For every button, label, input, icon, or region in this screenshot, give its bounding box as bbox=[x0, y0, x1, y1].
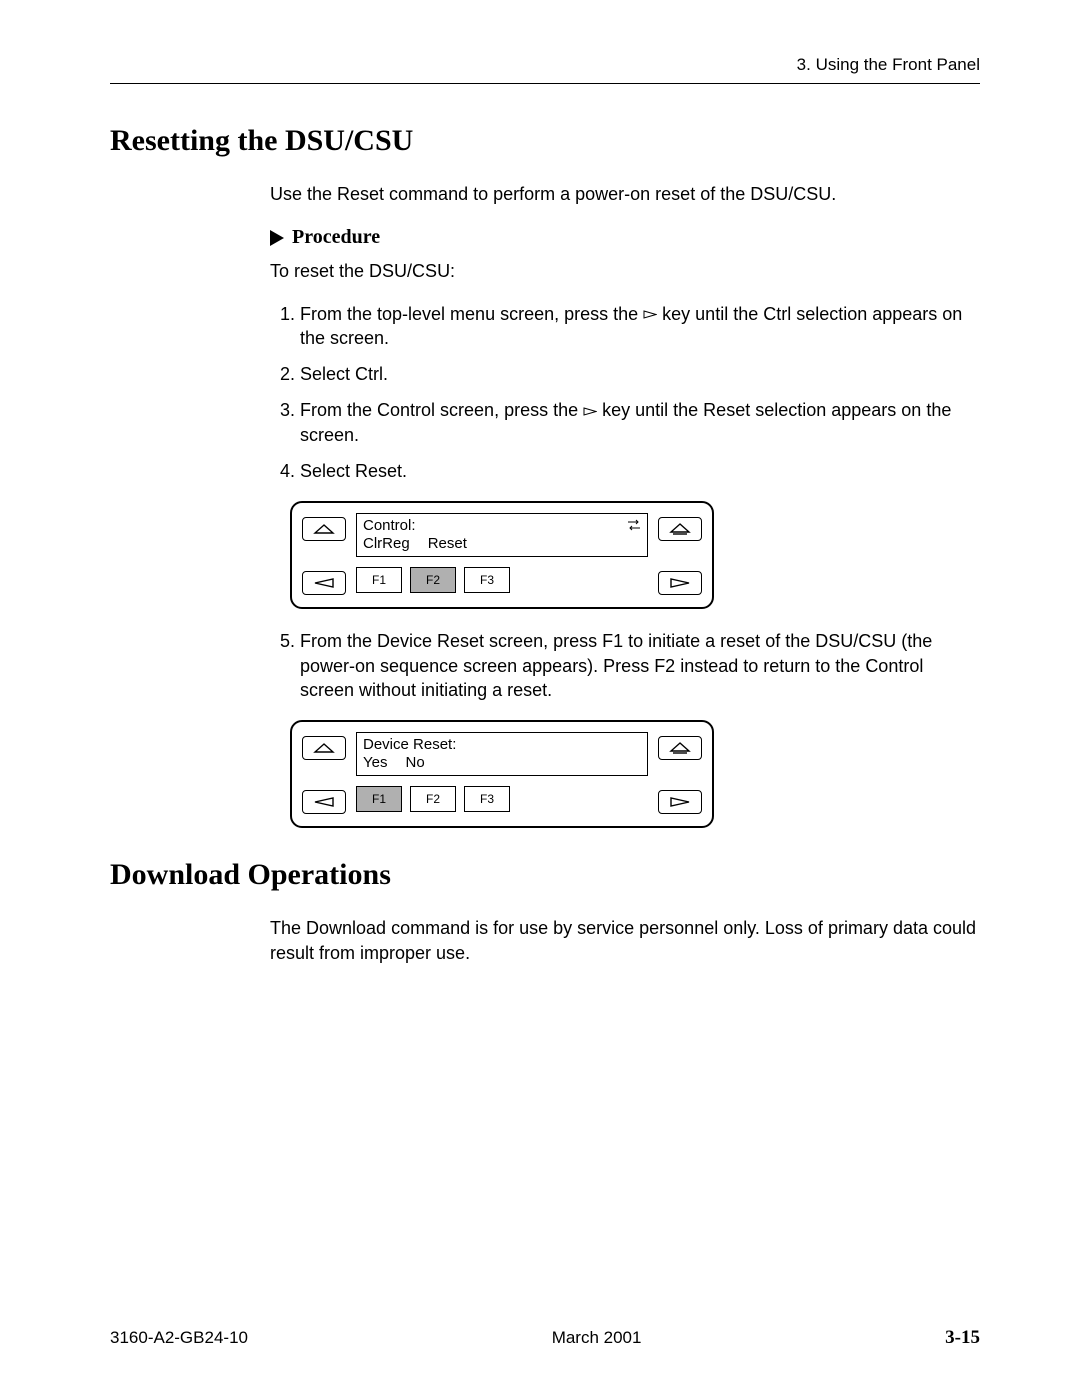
f3-key[interactable]: F3 bbox=[464, 786, 510, 812]
scroll-arrows-icon bbox=[627, 518, 641, 537]
f1-key[interactable]: F1 bbox=[356, 567, 402, 593]
right-button[interactable] bbox=[658, 790, 702, 814]
steps-list: From the top-level menu screen, press th… bbox=[270, 302, 980, 484]
panel-bottom-row: F1 F2 F3 bbox=[302, 567, 702, 595]
procedure-head: Procedure bbox=[270, 226, 980, 249]
left-button[interactable] bbox=[302, 571, 346, 595]
f3-key[interactable]: F3 bbox=[464, 567, 510, 593]
steps-list-2: From the Device Reset screen, press F1 t… bbox=[270, 629, 980, 702]
footer-pagenum: 3-15 bbox=[945, 1327, 980, 1349]
procedure-label: Procedure bbox=[292, 226, 380, 249]
lcd-line2: Yes No bbox=[363, 754, 641, 773]
front-panel-device-reset: Device Reset: Yes No F1 F2 F3 bbox=[290, 720, 714, 828]
step-1: From the top-level menu screen, press th… bbox=[300, 302, 980, 351]
download-text: The Download command is for use by servi… bbox=[270, 916, 980, 965]
fkey-row: F1 F2 F3 bbox=[356, 786, 648, 812]
lcd-line2: ClrReg Reset bbox=[363, 535, 641, 554]
heading-download: Download Operations bbox=[110, 858, 980, 892]
procedure-arrow-icon bbox=[270, 230, 284, 246]
left-button[interactable] bbox=[302, 790, 346, 814]
step-4: Select Reset. bbox=[300, 459, 980, 483]
panel2-top-row: Device Reset: Yes No bbox=[302, 732, 702, 776]
step-3: From the Control screen, press the key u… bbox=[300, 398, 980, 447]
page: 3. Using the Front Panel Resetting the D… bbox=[0, 0, 1080, 1397]
panel2-bottom-row: F1 F2 F3 bbox=[302, 786, 702, 814]
lcd-line1: Device Reset: bbox=[363, 736, 641, 755]
step1-part1: From the top-level menu screen, press th… bbox=[300, 304, 643, 324]
lcd-opt-clrreg: ClrReg bbox=[363, 535, 410, 554]
lcd-opt-no: No bbox=[405, 754, 424, 773]
lcd-display: Control: ClrReg Reset bbox=[356, 513, 648, 557]
up-button[interactable] bbox=[302, 736, 346, 760]
f2-key[interactable]: F2 bbox=[410, 786, 456, 812]
step-2: Select Ctrl. bbox=[300, 362, 980, 386]
home-button[interactable] bbox=[658, 517, 702, 541]
f2-key[interactable]: F2 bbox=[410, 567, 456, 593]
right-key-icon bbox=[643, 310, 657, 319]
home-button[interactable] bbox=[658, 736, 702, 760]
step3-part1: From the Control screen, press the bbox=[300, 400, 583, 420]
footer-date: March 2001 bbox=[552, 1328, 642, 1348]
body-block: Use the Reset command to perform a power… bbox=[270, 182, 980, 828]
right-button[interactable] bbox=[658, 571, 702, 595]
lcd-display: Device Reset: Yes No bbox=[356, 732, 648, 776]
body-block-2: The Download command is for use by servi… bbox=[270, 916, 980, 965]
header-rule bbox=[110, 83, 980, 84]
procedure-lead: To reset the DSU/CSU: bbox=[270, 259, 980, 283]
footer: 3160-A2-GB24-10 March 2001 3-15 bbox=[110, 1327, 980, 1349]
fkey-row: F1 F2 F3 bbox=[356, 567, 648, 593]
lcd-opt-yes: Yes bbox=[363, 754, 387, 773]
right-key-icon bbox=[583, 407, 597, 416]
panel-top-row: Control: ClrReg Reset bbox=[302, 513, 702, 557]
front-panel-control: Control: ClrReg Reset F1 bbox=[290, 501, 714, 609]
intro-text: Use the Reset command to perform a power… bbox=[270, 182, 980, 206]
f1-key[interactable]: F1 bbox=[356, 786, 402, 812]
up-button[interactable] bbox=[302, 517, 346, 541]
header-chapter: 3. Using the Front Panel bbox=[110, 55, 980, 75]
step-5: From the Device Reset screen, press F1 t… bbox=[300, 629, 980, 702]
lcd-opt-reset: Reset bbox=[428, 535, 467, 554]
heading-resetting: Resetting the DSU/CSU bbox=[110, 124, 980, 158]
lcd-line1: Control: bbox=[363, 517, 641, 536]
footer-docnum: 3160-A2-GB24-10 bbox=[110, 1328, 248, 1348]
